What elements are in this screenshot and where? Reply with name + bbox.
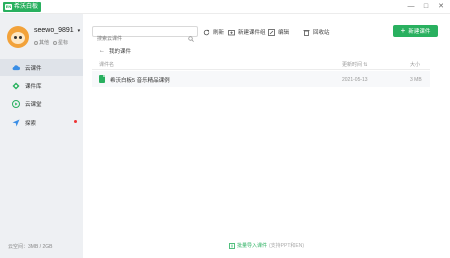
column-header-size: 大小 — [410, 62, 421, 68]
column-header-name: 课件名 — [99, 62, 115, 68]
sidebar-item-label: 云课件 — [25, 65, 42, 72]
edit-label: 编辑 — [278, 30, 290, 36]
notification-dot — [74, 120, 77, 123]
table-row[interactable]: 希沃白板5 音乐精品课例 2021-05-13 3 MB — [92, 71, 430, 87]
title-bar: EN 希沃白板 — □ ✕ — [0, 0, 450, 14]
book-icon — [12, 82, 20, 90]
recycle-bin-label: 回收站 — [313, 30, 330, 36]
trash-icon — [303, 29, 310, 36]
cloud-icon — [12, 64, 20, 72]
avatar-eye-right — [19, 36, 22, 39]
breadcrumb-current: 我的课件 — [109, 49, 132, 55]
star-icon — [53, 40, 58, 45]
refresh-label: 刷新 — [213, 30, 225, 36]
row-size: 3 MB — [410, 77, 422, 83]
avatar[interactable] — [7, 26, 29, 48]
batch-import-hint: (支持PPT和EN) — [269, 243, 305, 249]
app-name: 希沃白板 — [14, 4, 39, 10]
edit-button[interactable]: 编辑 — [268, 28, 289, 36]
search-box[interactable] — [92, 26, 198, 44]
batch-import-link[interactable]: 批量导入课件 (支持PPT和EN) — [229, 242, 304, 249]
sidebar-item-explore[interactable]: 探索 — [0, 114, 83, 131]
search-icon[interactable] — [188, 29, 194, 42]
back-arrow-icon[interactable]: ← — [99, 48, 105, 54]
table-header: 课件名 更新时间 ⇅ 大小 — [92, 58, 430, 70]
sidebar-item-courseware-library[interactable]: 课件库 — [0, 77, 83, 94]
storage-usage: 云空间：3MB / 2GB — [8, 244, 53, 250]
edit-icon — [268, 28, 275, 36]
play-circle-icon — [12, 99, 20, 108]
new-courseware-button[interactable]: + 新建课件 — [393, 25, 438, 37]
username[interactable]: seewo_9891 ▾ — [34, 27, 80, 34]
refresh-icon — [203, 29, 210, 35]
sidebar-item-label: 课件库 — [25, 83, 42, 90]
minimize-button[interactable]: — — [406, 2, 416, 12]
sidebar: seewo_9891 ▾ 其他 星标 云课件 课件库 云课堂 探索 云空间：3M… — [0, 14, 83, 258]
close-button[interactable]: ✕ — [436, 2, 446, 12]
sidebar-item-cloud-courseware[interactable]: 云课件 — [0, 59, 83, 76]
chevron-down-icon: ▾ — [77, 28, 81, 34]
plus-icon: + — [400, 26, 406, 35]
courseware-file-icon — [99, 75, 105, 83]
row-name: 希沃白板5 音乐精品课例 — [110, 78, 170, 84]
app-badge: EN 希沃白板 — [3, 2, 42, 12]
search-input[interactable] — [93, 34, 187, 44]
sidebar-item-cloud-classroom[interactable]: 云课堂 — [0, 95, 83, 112]
refresh-button[interactable]: 刷新 — [203, 28, 224, 36]
tag-icon — [34, 40, 38, 45]
row-updated: 2021-05-13 — [342, 77, 368, 83]
recycle-bin-button[interactable]: 回收站 — [303, 28, 330, 36]
new-courseware-label: 新建课件 — [408, 29, 431, 35]
maximize-button[interactable]: □ — [421, 2, 431, 12]
username-text: seewo_9891 — [34, 27, 74, 34]
new-group-button[interactable]: 新建课件组 — [228, 28, 266, 36]
breadcrumb: ← 我的课件 — [99, 47, 131, 55]
sidebar-item-label: 云课堂 — [25, 101, 42, 108]
user-meta-item: 其他 — [34, 39, 49, 46]
user-meta: 其他 星标 — [34, 39, 68, 46]
avatar-eye-left — [14, 36, 17, 39]
sort-icon: ⇅ — [362, 62, 368, 68]
app-logo-icon: EN — [5, 4, 12, 10]
compass-icon — [12, 119, 20, 127]
batch-import-label: 批量导入课件 — [237, 243, 268, 249]
user-meta-item: 星标 — [53, 39, 68, 46]
new-group-label: 新建课件组 — [238, 30, 266, 36]
sidebar-item-label: 探索 — [25, 120, 37, 127]
import-icon — [229, 242, 235, 249]
column-header-updated[interactable]: 更新时间 ⇅ — [342, 61, 368, 68]
folder-add-icon — [228, 29, 235, 35]
